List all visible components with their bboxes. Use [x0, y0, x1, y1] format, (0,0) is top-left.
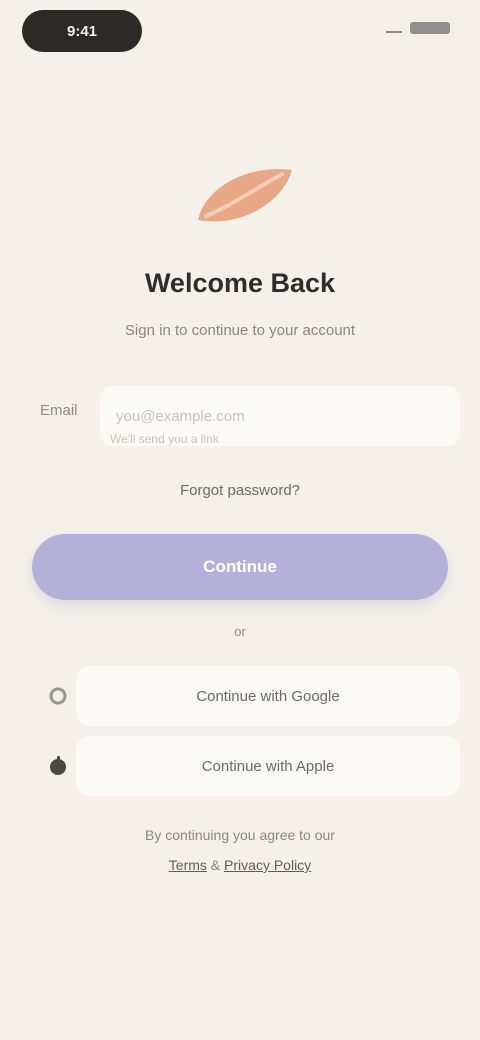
google-signin-button[interactable]: Continue with Google [76, 666, 460, 726]
app-logo [198, 169, 292, 222]
google-icon [46, 684, 70, 708]
email-field-row: Email [34, 386, 460, 450]
login-screen: 9:41 Welcome Back Sign in to continue to… [0, 0, 480, 1040]
continue-button[interactable]: Continue [32, 534, 448, 600]
status-time: 9:41 [66, 22, 98, 40]
signal-icon [386, 23, 402, 33]
forgot-password-link[interactable]: Forgot password? [0, 482, 480, 499]
divider-or: or [234, 624, 246, 639]
apple-icon [46, 754, 70, 778]
apple-signin-button[interactable]: Continue with Apple [76, 736, 460, 796]
terms-link[interactable]: Terms [169, 857, 207, 873]
status-time-pill: 9:41 [22, 10, 142, 52]
google-row: Continue with Google [40, 666, 460, 726]
page-subtitle: Sign in to continue to your account [124, 322, 356, 339]
status-indicators [386, 22, 450, 34]
email-hint: We'll send you a link [110, 432, 219, 446]
legal-and: & [206, 857, 225, 873]
status-bar: 9:41 [0, 10, 480, 54]
page-title: Welcome Back [144, 268, 336, 298]
legal-links: Terms & Privacy Policy [90, 850, 390, 880]
privacy-link[interactable]: Privacy Policy [224, 857, 311, 873]
battery-icon [410, 22, 450, 34]
apple-row: Continue with Apple [40, 736, 460, 796]
email-label: Email [40, 402, 78, 419]
legal-footer: By continuing you agree to our Terms & P… [90, 820, 390, 880]
legal-line: By continuing you agree to our [145, 827, 335, 843]
